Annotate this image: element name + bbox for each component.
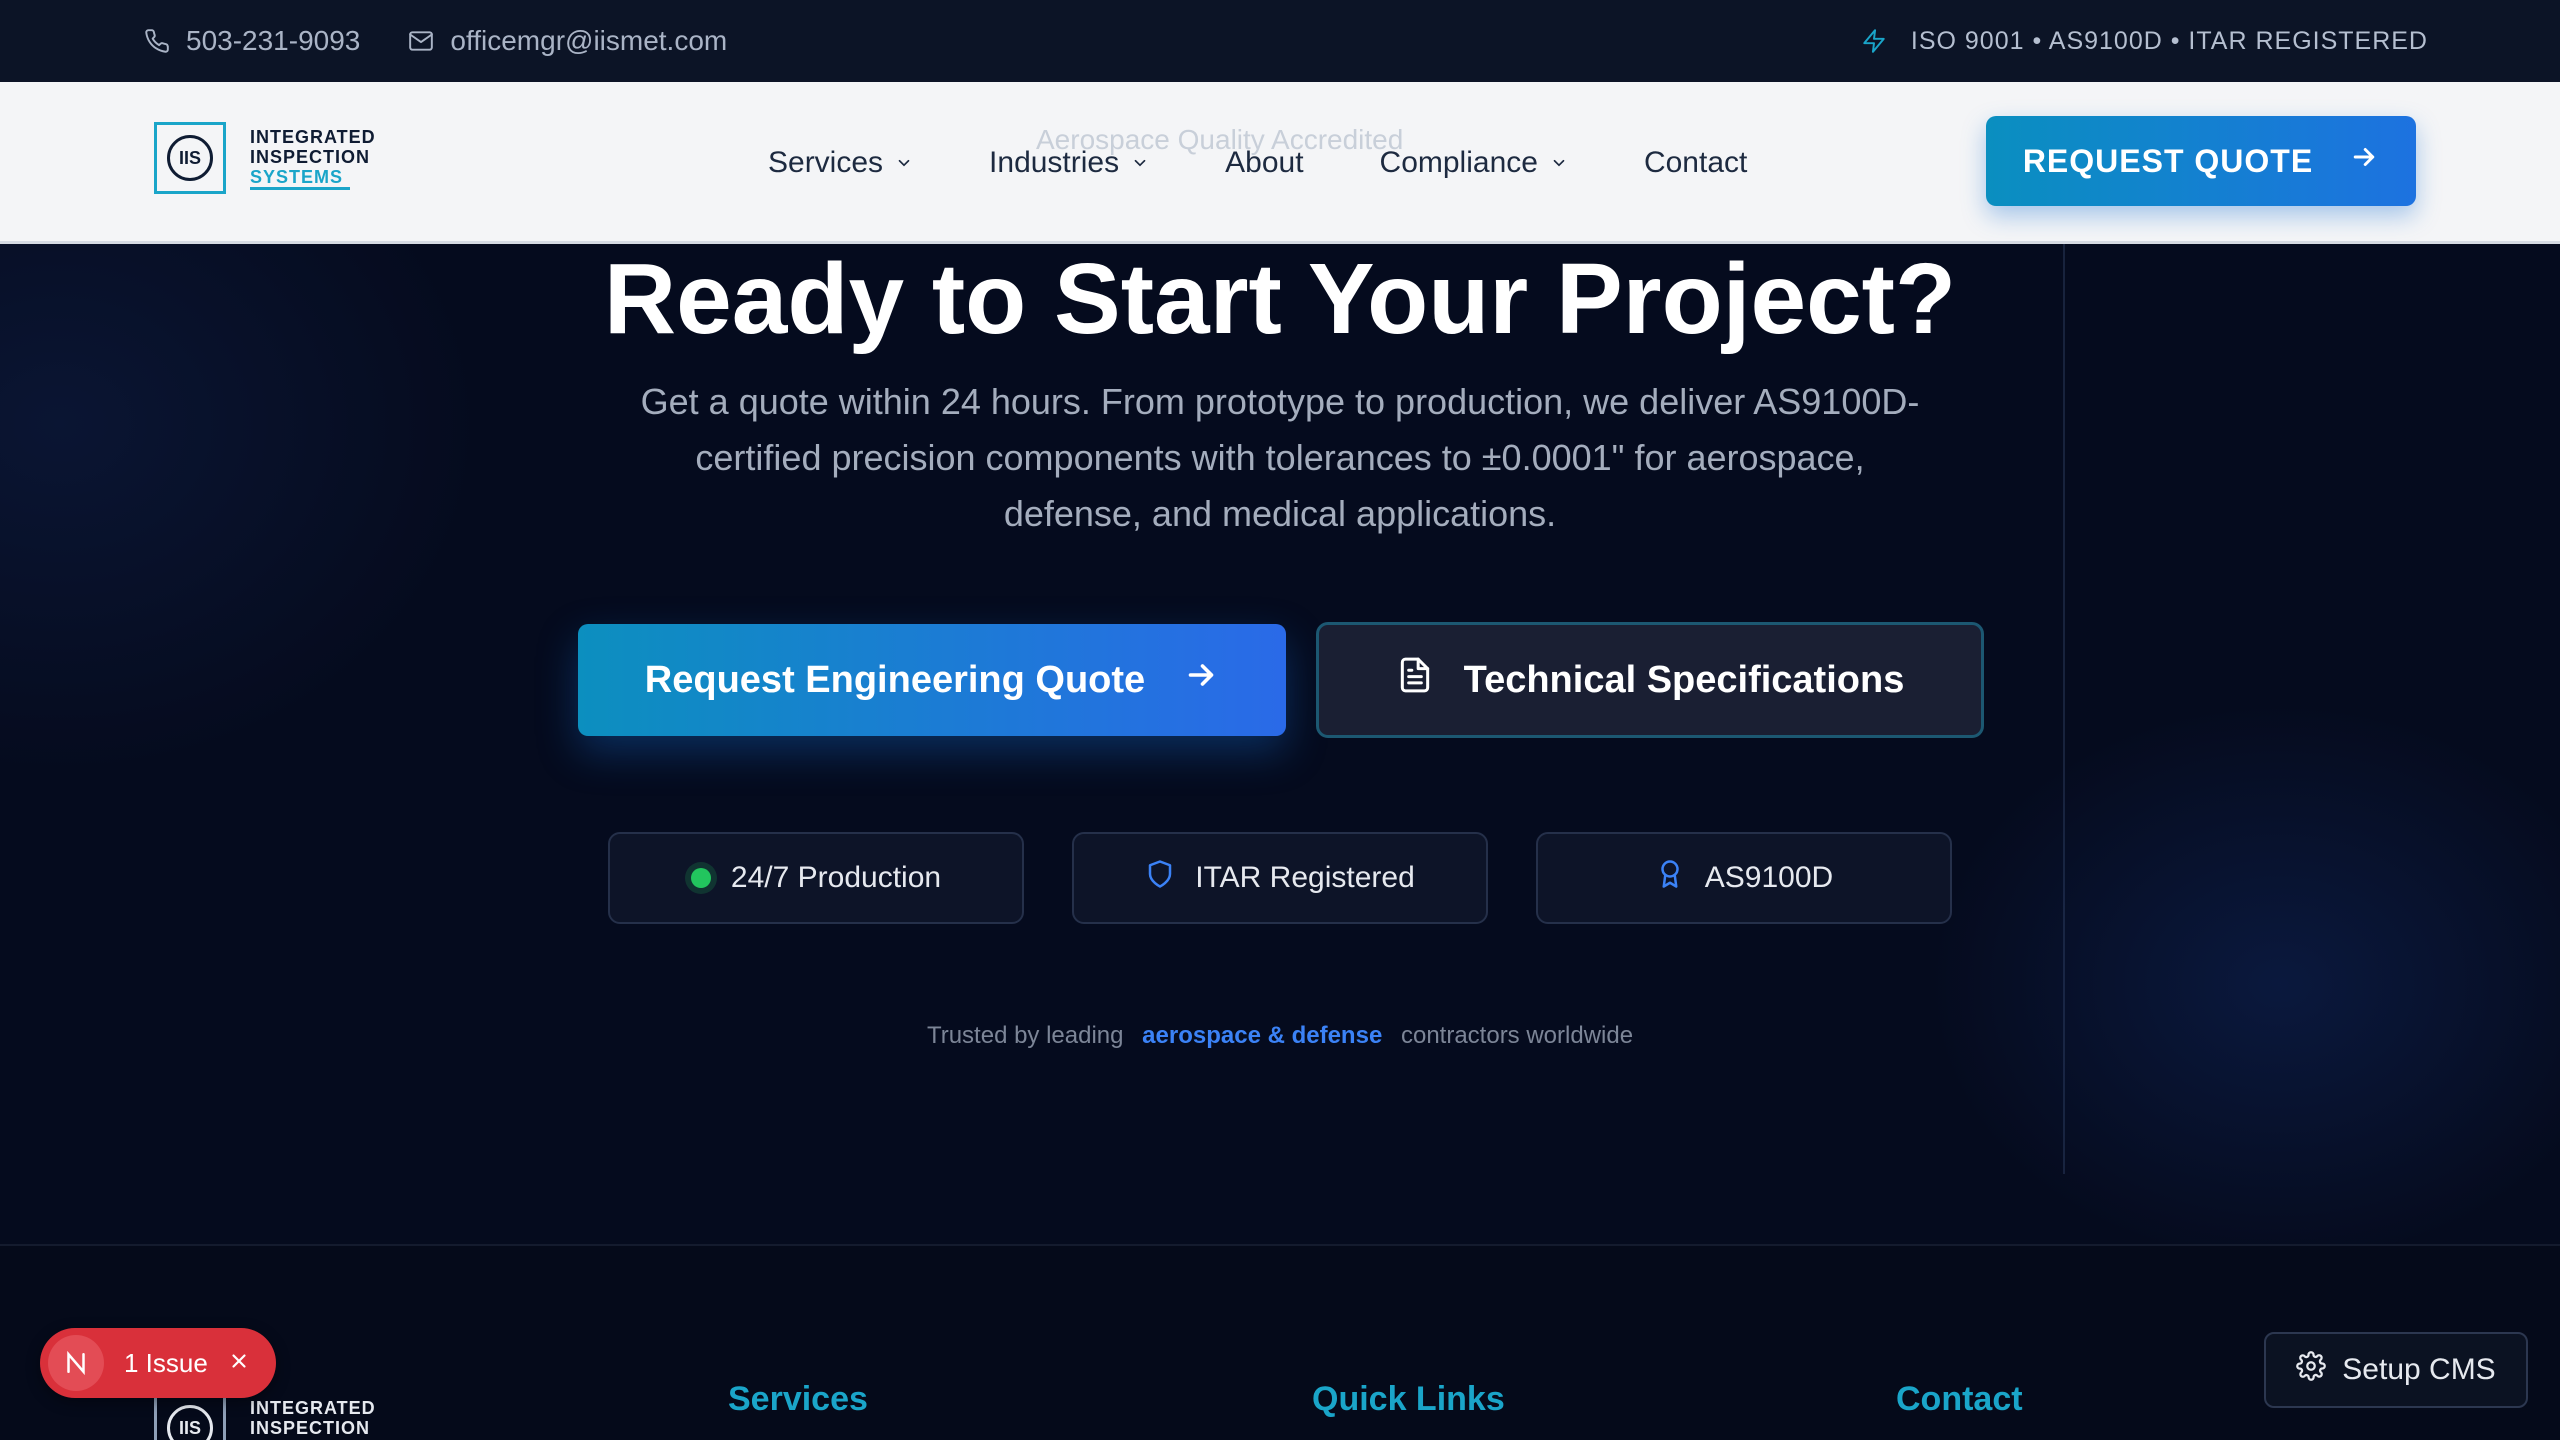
nav-contact-label: Contact xyxy=(1643,146,1748,179)
setup-cms-button[interactable]: Setup CMS xyxy=(2264,1332,2528,1408)
nav-about-label: About xyxy=(1225,146,1304,179)
request-quote-label: REQUEST QUOTE xyxy=(2022,142,2314,179)
award-icon xyxy=(1655,859,1685,897)
logo-line-2: INSPECTION xyxy=(250,146,371,167)
document-icon xyxy=(1396,656,1434,704)
status-dot-icon xyxy=(690,868,711,888)
site-footer: IIS INTEGRATED INSPECTION SYSTEMS Servic… xyxy=(0,1244,2560,1440)
trusted-highlight: aerospace & defense xyxy=(1142,1022,1383,1049)
nav-compliance[interactable]: Compliance xyxy=(1380,146,1568,180)
hero-title: Ready to Start Your Project? xyxy=(603,243,1957,355)
footer-heading-services: Services xyxy=(728,1380,868,1418)
shield-icon xyxy=(1145,859,1175,897)
logo-line-3: SYSTEMS xyxy=(250,167,350,190)
setup-cms-label: Setup CMS xyxy=(2342,1353,2496,1386)
footer-heading-quick-links: Quick Links xyxy=(1312,1380,1505,1418)
certifications: ISO 9001 • AS9100D • ITAR REGISTERED xyxy=(1861,27,2428,56)
footer-logo-line-2: INSPECTION xyxy=(250,1418,371,1438)
logo-line-1: INTEGRATED xyxy=(250,126,376,147)
lightning-icon xyxy=(1861,28,1887,54)
arrow-right-icon xyxy=(1183,657,1219,703)
footer-heading-contact: Contact xyxy=(1896,1380,2023,1418)
request-quote-button[interactable]: REQUEST QUOTE xyxy=(1986,116,2416,206)
trusted-suffix: contractors worldwide xyxy=(1400,1022,1634,1049)
technical-specifications-button[interactable]: Technical Specifications xyxy=(1316,622,1984,738)
arrow-right-icon xyxy=(2349,142,2379,180)
nav-services[interactable]: Services xyxy=(768,146,913,180)
framework-logo-icon xyxy=(48,1335,104,1391)
site-logo[interactable]: IIS INTEGRATED INSPECTION SYSTEMS xyxy=(154,122,376,194)
request-engineering-quote-button[interactable]: Request Engineering Quote xyxy=(578,624,1286,736)
gear-icon xyxy=(2296,1351,2327,1389)
logo-mark-text: IIS xyxy=(167,135,213,181)
nav-services-label: Services xyxy=(768,146,884,179)
dev-issues-indicator[interactable]: 1 Issue xyxy=(40,1328,276,1398)
badge-as9100d: AS9100D xyxy=(1536,832,1952,924)
nav-compliance-label: Compliance xyxy=(1379,146,1538,179)
nav-about[interactable]: About xyxy=(1225,146,1303,180)
badge-as9100d-label: AS9100D xyxy=(1704,861,1834,894)
trusted-prefix: Trusted by leading xyxy=(926,1022,1124,1049)
badge-production: 24/7 Production xyxy=(608,832,1024,924)
phone-number: 503-231-9093 xyxy=(186,25,361,56)
badge-itar-label: ITAR Registered xyxy=(1195,861,1415,894)
logo-mark: IIS xyxy=(154,122,226,194)
nav-contact[interactable]: Contact xyxy=(1644,146,1747,180)
mail-icon xyxy=(408,28,434,54)
footer-logo-mark: IIS xyxy=(154,1392,226,1440)
footer-logo[interactable]: IIS INTEGRATED INSPECTION SYSTEMS xyxy=(154,1392,376,1440)
chevron-down-icon xyxy=(895,146,913,180)
badge-itar: ITAR Registered xyxy=(1072,832,1488,924)
secondary-button-label: Technical Specifications xyxy=(1463,658,1905,701)
contact-info: 503-231-9093 officemgr@iismet.com xyxy=(144,25,727,57)
trusted-by-text: Trusted by leading aerospace & defense c… xyxy=(0,1022,2560,1050)
logo-wordmark: INTEGRATED INSPECTION SYSTEMS xyxy=(250,127,376,190)
footer-logo-line-1: INTEGRATED xyxy=(250,1398,376,1418)
hero-subtitle: Get a quote within 24 hours. From protot… xyxy=(640,381,1920,534)
certifications-text: ISO 9001 • AS9100D • ITAR REGISTERED xyxy=(1910,26,2428,55)
main-navbar: IIS INTEGRATED INSPECTION SYSTEMS Servic… xyxy=(0,82,2560,244)
footer-logo-wordmark: INTEGRATED INSPECTION SYSTEMS xyxy=(250,1398,376,1440)
chevron-down-icon xyxy=(1131,146,1149,180)
email-link[interactable]: officemgr@iismet.com xyxy=(408,25,727,57)
chevron-down-icon xyxy=(1550,146,1568,180)
nav-industries-label: Industries xyxy=(989,146,1120,179)
top-contact-bar: 503-231-9093 officemgr@iismet.com ISO 90… xyxy=(0,0,2560,82)
issue-count-label: 1 Issue xyxy=(124,1347,208,1378)
close-icon[interactable] xyxy=(228,1348,250,1379)
badge-production-label: 24/7 Production xyxy=(730,861,942,894)
footer-logo-mark-text: IIS xyxy=(167,1405,213,1440)
primary-button-label: Request Engineering Quote xyxy=(644,658,1146,701)
nav-links: Services Industries About Compliance Con… xyxy=(768,82,1747,244)
phone-icon xyxy=(144,28,170,54)
cta-section: Ready to Start Your Project? Get a quote… xyxy=(0,244,2560,1244)
nav-industries[interactable]: Industries xyxy=(989,146,1149,180)
phone-link[interactable]: 503-231-9093 xyxy=(144,25,360,57)
email-address: officemgr@iismet.com xyxy=(450,25,728,56)
